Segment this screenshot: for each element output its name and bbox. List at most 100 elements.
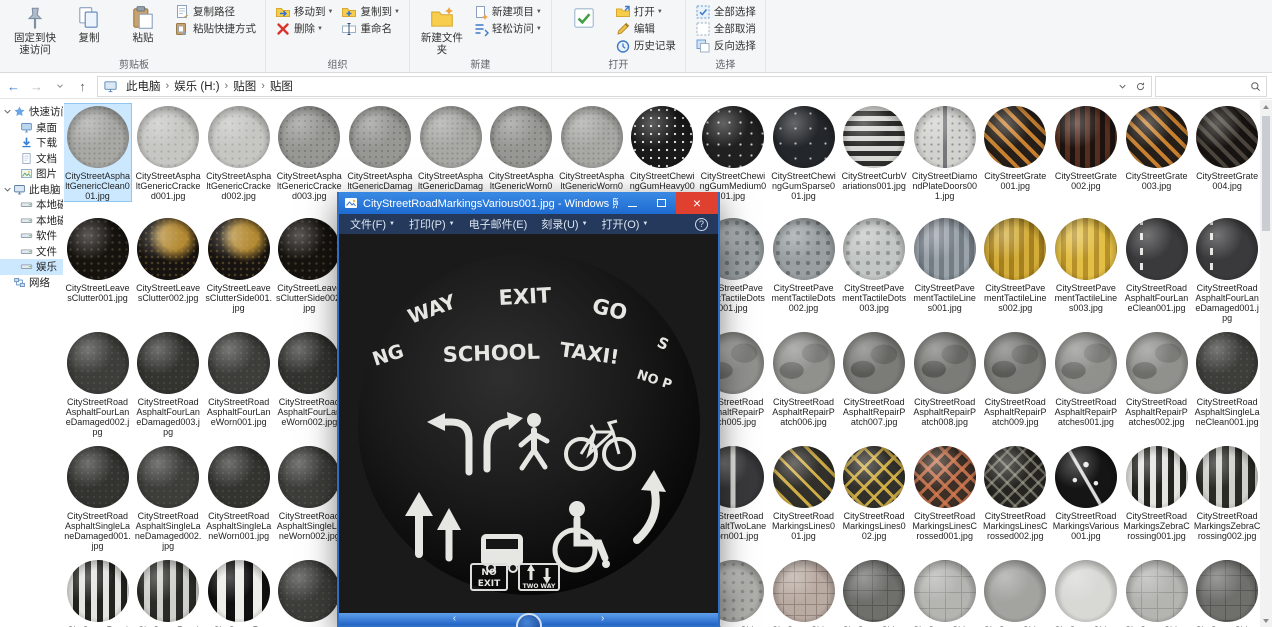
file-tile[interactable]: CityStreetDiamondPlateDoors001.jpg (911, 104, 978, 201)
help-button[interactable]: ? (695, 217, 708, 231)
file-tile[interactable]: CityStreetRoadAsphaltSingleLaneWorn001.j… (205, 444, 272, 541)
sidebar-item[interactable]: 桌面 (0, 120, 63, 136)
file-tile[interactable]: CityStreetRoadAsphaltSingleLaneClean001.… (1194, 330, 1260, 427)
file-tile[interactable]: CityStreetGrate001.jpg (982, 104, 1049, 191)
file-tile[interactable]: CityStreetRoadAsphaltFourLaneClean001.jp… (1123, 216, 1190, 313)
sidebar-item[interactable]: 文档 (0, 151, 63, 167)
file-tile[interactable]: CityStreetPavementTactileLines003.jpg (1052, 216, 1119, 313)
file-tile[interactable]: CityStreetSidew (841, 558, 908, 627)
up-button[interactable]: ↑ (71, 75, 94, 97)
file-tile[interactable]: CityStreetRoadMarkingsLines001.jpg (770, 444, 837, 541)
sidebar-item[interactable]: 网络 (0, 275, 63, 291)
file-tile[interactable]: CityStreetGrate003.jpg (1123, 104, 1190, 191)
ribbon-button[interactable]: 打开 ▼ (611, 3, 680, 20)
sidebar-item[interactable]: 下载 (0, 135, 63, 151)
file-tile[interactable]: CityStreetPavementTactileLines002.jpg (982, 216, 1049, 313)
file-tile[interactable]: CityStreetAsphaltGenericCracked002.jpg (205, 104, 272, 201)
file-tile[interactable]: CityStreetRoadMarkingsLinesCrossed002.jp… (982, 444, 1049, 541)
sidebar-item[interactable]: 软件 (0, 228, 63, 244)
sidebar-item[interactable]: 此电脑 (0, 182, 63, 198)
file-tile[interactable]: CityStreetRoadAsphaltRepairPatches002.jp… (1123, 330, 1190, 427)
file-tile[interactable]: CityStreetRoad (64, 558, 131, 627)
file-tile[interactable]: CityStreetGrate004.jpg (1194, 104, 1260, 191)
maximize-button[interactable] (647, 192, 676, 214)
viewer-menu-item[interactable]: 打开(O) ▼ (595, 214, 656, 234)
minimize-button[interactable] (618, 192, 647, 214)
file-tile[interactable]: CityStreetAsphaltGenericCracked003.jpg (276, 104, 343, 201)
file-tile[interactable]: CityStreetLeavesClutterSide001.jpg (205, 216, 272, 313)
sidebar-item[interactable]: 娱乐 (0, 259, 63, 275)
file-tile[interactable]: CityStreetChewingGumMedium001.jpg (699, 104, 766, 201)
file-tile[interactable]: CityStreetAsphaltGenericWorn002.jpg (558, 104, 625, 201)
scroll-up-button[interactable] (1260, 100, 1272, 113)
file-tile[interactable]: CityStreetSidew (1123, 558, 1190, 627)
sidebar-item[interactable]: 快速访问 (0, 104, 63, 120)
file-tile[interactable]: CityStreetRoadAsphaltFourLaneDamaged001.… (1194, 216, 1260, 323)
file-tile[interactable]: CityStreetAsphaltGenericCracked001.jpg (135, 104, 202, 201)
viewer-title-bar[interactable]: CityStreetRoadMarkingsVarious001.jpg - W… (339, 192, 718, 214)
ribbon-button[interactable]: 新建项目 ▼ (469, 3, 546, 20)
file-tile[interactable]: CityStreetRoadAsphaltSingleLaneDamaged00… (64, 444, 131, 551)
file-tile[interactable]: CityStreetRoadAsphaltRepairPatch009.jpg (982, 330, 1049, 427)
file-tile[interactable]: CityStreetRoadMarkingsLines002.jpg (841, 444, 908, 541)
slideshow-button[interactable] (515, 613, 542, 627)
ribbon-button[interactable]: 粘贴 (116, 3, 170, 47)
file-tile[interactable]: CityStreetLeavesClutterSide002.jpg (276, 216, 343, 313)
viewer-menu-item[interactable]: 刻录(U) ▼ (534, 214, 594, 234)
file-tile[interactable]: CityStreetPavementTactileDots003.jpg (841, 216, 908, 313)
scroll-down-button[interactable] (1260, 614, 1272, 627)
address-dropdown-button[interactable] (1113, 77, 1131, 95)
vertical-scrollbar[interactable] (1260, 100, 1272, 627)
ribbon-button[interactable]: 重命名 (337, 20, 403, 37)
sidebar-item[interactable]: 本地磁盘 (0, 213, 63, 229)
ribbon-button[interactable]: 全部取消 (691, 20, 760, 37)
ribbon-button[interactable]: 反向选择 (691, 37, 760, 54)
breadcrumb-segment[interactable]: 娱乐 (H:) (169, 78, 224, 94)
sidebar-item[interactable]: 图片 (0, 166, 63, 182)
file-tile[interactable]: CityStreetSidew (770, 558, 837, 627)
file-tile[interactable]: CityStreetRoadMarkingsVarious001.jpg (1052, 444, 1119, 541)
file-tile[interactable]: CityStreetRoadAsphaltFourLaneWorn002.jpg (276, 330, 343, 427)
forward-button[interactable]: → (25, 75, 48, 97)
file-tile[interactable]: CityStreetChewingGumSparse001.jpg (770, 104, 837, 201)
ribbon-button[interactable]: 历史记录 (611, 37, 680, 54)
ribbon-button[interactable]: 编辑 (611, 20, 680, 37)
file-tile[interactable]: CityStreetRoadAsphaltFourLaneDamaged003.… (135, 330, 202, 437)
search-box[interactable] (1155, 75, 1267, 97)
file-tile[interactable]: CityStreetRoadAsphaltSingleLaneWorn002.j… (276, 444, 343, 541)
file-tile[interactable]: CityStreetPavementTactileLines001.jpg (911, 216, 978, 313)
breadcrumb-segment[interactable]: 贴图 (265, 78, 298, 94)
file-tile[interactable]: CityStreetSidew (911, 558, 978, 627)
address-field[interactable]: 此电脑 › 娱乐 (H:) › 贴图 › 贴图 (97, 75, 1152, 97)
sidebar-item[interactable]: 文件 (0, 244, 63, 260)
breadcrumb-segment[interactable]: 贴图 (228, 78, 261, 94)
ribbon-button[interactable]: 删除 ▼ (271, 20, 337, 37)
file-tile[interactable]: CityStreetRoadAsphaltFourLaneDamaged002.… (64, 330, 131, 437)
file-tile[interactable]: CityStreetSidew (1052, 558, 1119, 627)
ribbon-button[interactable]: 移动到 ▼ (271, 3, 337, 20)
ribbon-button[interactable]: 全部选择 (691, 3, 760, 20)
viewer-menu-item[interactable]: 打印(P) ▼ (402, 214, 462, 234)
ribbon-button[interactable]: 固定到快速访问 (8, 3, 62, 58)
file-tile[interactable]: CityStreetAsphaltGenericClean001.jpg (64, 103, 132, 202)
viewer-toolbar[interactable]: ‹ › (339, 613, 718, 627)
previous-button[interactable]: ‹ (453, 613, 456, 625)
file-tile[interactable]: CityStreetAsphaltGenericDamaged002.jpg (417, 104, 484, 201)
file-tile[interactable]: CityStreetRoadAsphaltRepairPatch008.jpg (911, 330, 978, 427)
file-tile[interactable]: CityStreetSidew (1194, 558, 1260, 627)
recent-locations-button[interactable] (48, 75, 71, 97)
file-tile[interactable]: CityStreetRo (205, 558, 272, 627)
file-tile[interactable]: CityStreetRoadAsphaltRepairPatches001.jp… (1052, 330, 1119, 427)
file-tile[interactable]: CityStreetPavementTactileDots002.jpg (770, 216, 837, 313)
search-input[interactable] (1158, 80, 1246, 92)
file-tile[interactable]: CityStreetCurbVariations001.jpg (841, 104, 908, 191)
refresh-button[interactable] (1131, 77, 1149, 95)
viewer-menu-item[interactable]: 文件(F) ▼ (343, 214, 402, 234)
file-tile[interactable]: CityStreetSidew (982, 558, 1049, 627)
ribbon-button[interactable]: 复制到 ▼ (337, 3, 403, 20)
close-button[interactable]: × (676, 192, 718, 214)
file-tile[interactable]: CityStreetAsphaltGenericDamaged001.jpg (346, 104, 413, 201)
file-tile[interactable]: CityStreetGrate002.jpg (1052, 104, 1119, 191)
breadcrumb-segment[interactable]: 此电脑 (121, 78, 166, 94)
file-tile[interactable]: CityStreetRoadMarkingsLinesCrossed001.jp… (911, 444, 978, 541)
